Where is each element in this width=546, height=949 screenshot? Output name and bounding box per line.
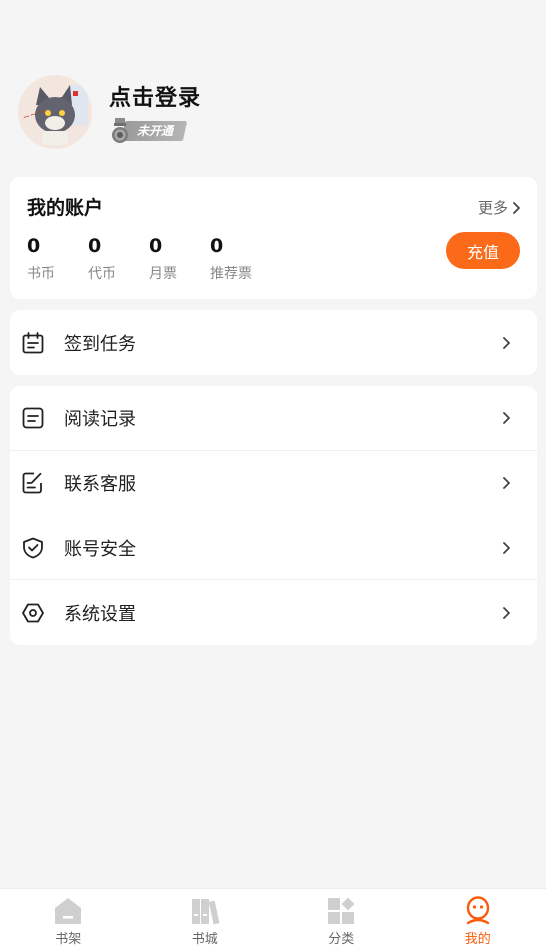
recharge-button[interactable]: 充值 bbox=[446, 232, 520, 269]
more-link[interactable]: 更多 bbox=[478, 197, 521, 218]
more-label: 更多 bbox=[477, 199, 508, 217]
stat-value: 0 bbox=[88, 235, 102, 257]
stat-value: 0 bbox=[27, 235, 41, 257]
vip-badge[interactable]: 未开通 bbox=[109, 118, 201, 144]
profile-header[interactable]: ~~~ 点击登录 未开通 bbox=[18, 75, 201, 149]
stat-tokens[interactable]: 0 代币 bbox=[88, 235, 149, 283]
stat-label: 代币 bbox=[88, 266, 116, 282]
tab-mine[interactable]: 我的 bbox=[410, 889, 546, 949]
stat-label: 推荐票 bbox=[210, 266, 252, 282]
menu-item-checkin[interactable]: 签到任务 bbox=[10, 310, 537, 375]
reading-record-icon bbox=[22, 407, 44, 429]
chevron-right-icon bbox=[503, 477, 510, 490]
chevron-right-icon bbox=[503, 541, 510, 554]
vip-status-label: 未开通 bbox=[137, 124, 174, 138]
menu-item-customer-service[interactable]: 联系客服 bbox=[10, 451, 537, 516]
bookshelf-icon bbox=[55, 898, 82, 924]
chevron-right-icon bbox=[513, 201, 520, 214]
account-stats: 0 书币 0 代币 0 月票 0 推荐票 bbox=[27, 235, 280, 283]
login-link[interactable]: 点击登录 bbox=[109, 80, 201, 112]
vip-medal-icon bbox=[112, 118, 128, 143]
menu-item-label: 联系客服 bbox=[64, 474, 136, 496]
menu-item-reading-record[interactable]: 阅读记录 bbox=[10, 386, 537, 451]
menu-item-system-settings[interactable]: 系统设置 bbox=[10, 580, 537, 645]
tab-label: 我的 bbox=[464, 932, 491, 947]
chevron-right-icon bbox=[503, 336, 510, 349]
menu-item-label: 系统设置 bbox=[64, 603, 136, 625]
stat-value: 0 bbox=[210, 235, 224, 257]
tab-category[interactable]: 分类 bbox=[273, 889, 410, 949]
stat-value: 0 bbox=[149, 235, 163, 257]
tab-label: 分类 bbox=[328, 932, 355, 947]
settings-hex-icon bbox=[22, 603, 44, 623]
stat-monthly-tickets[interactable]: 0 月票 bbox=[149, 235, 210, 283]
avatar[interactable]: ~~~ bbox=[18, 75, 92, 149]
stat-label: 月票 bbox=[149, 266, 177, 282]
menu-item-label: 签到任务 bbox=[64, 333, 136, 355]
bottom-tab-bar: 书架 书城 分类 我的 bbox=[0, 888, 546, 949]
stat-recommend-tickets[interactable]: 0 推荐票 bbox=[210, 235, 280, 283]
menu-item-label: 账号安全 bbox=[64, 538, 136, 560]
category-icon bbox=[328, 897, 355, 924]
bookstore-icon bbox=[191, 899, 220, 925]
stat-label: 书币 bbox=[27, 266, 55, 282]
menu-item-label: 阅读记录 bbox=[64, 409, 136, 431]
tab-label: 书架 bbox=[55, 932, 82, 947]
settings-menu-card: 阅读记录 联系客服 账号安全 系统设置 bbox=[10, 386, 537, 645]
tab-bookstore[interactable]: 书城 bbox=[137, 889, 274, 949]
chevron-right-icon bbox=[503, 412, 510, 425]
tab-bookshelf[interactable]: 书架 bbox=[0, 889, 137, 949]
checkin-card: 签到任务 bbox=[10, 310, 537, 375]
profile-face-icon bbox=[466, 896, 489, 925]
account-title: 我的账户 bbox=[27, 197, 104, 219]
menu-item-account-security[interactable]: 账号安全 bbox=[10, 516, 537, 581]
edit-note-icon bbox=[22, 472, 42, 494]
stat-book-coins[interactable]: 0 书币 bbox=[27, 235, 88, 283]
account-card: 我的账户 更多 0 书币 0 代币 0 月票 0 推荐票 充值 bbox=[10, 177, 537, 299]
calendar-icon bbox=[22, 331, 44, 353]
shield-check-icon bbox=[23, 537, 43, 559]
tab-label: 书城 bbox=[191, 932, 218, 947]
chevron-right-icon bbox=[503, 606, 510, 619]
